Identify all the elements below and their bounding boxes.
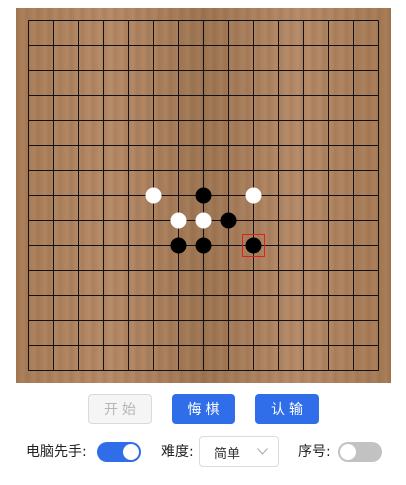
board-grid[interactable] [16, 8, 391, 383]
resign-button[interactable]: 认输 [255, 394, 319, 424]
black-stone [245, 237, 262, 254]
toggle-knob [340, 444, 356, 460]
sequence-label: 序号: [298, 444, 331, 460]
chevron-down-icon [257, 448, 268, 455]
black-stone [170, 237, 187, 254]
computer-first-label: 电脑先手: [26, 444, 87, 460]
white-stone [195, 212, 212, 229]
computer-first-toggle[interactable] [97, 442, 141, 462]
difficulty-value: 简单 [214, 447, 241, 462]
difficulty-label: 难度: [161, 444, 194, 460]
undo-button[interactable]: 悔棋 [172, 394, 235, 424]
black-stone [220, 212, 237, 229]
white-stone [145, 187, 162, 204]
white-stone [170, 212, 187, 229]
toggle-knob [123, 444, 139, 460]
start-button[interactable]: 开始 [88, 394, 152, 424]
difficulty-select[interactable]: 简单 [199, 436, 279, 467]
gomoku-board[interactable] [16, 8, 391, 383]
black-stone [195, 237, 212, 254]
white-stone [245, 187, 262, 204]
black-stone [195, 187, 212, 204]
sequence-toggle[interactable] [338, 442, 382, 462]
